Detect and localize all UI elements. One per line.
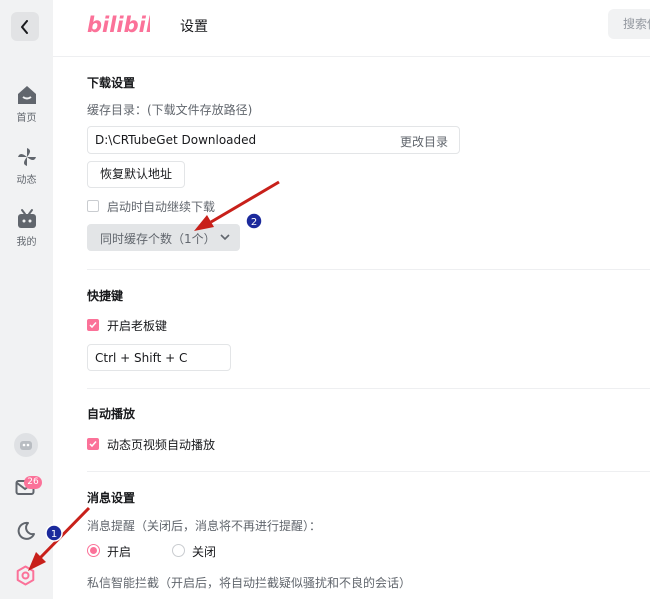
back-button[interactable] bbox=[11, 12, 39, 41]
reminder-label: 消息提醒（关闭后，消息将不再进行提醒）： bbox=[87, 519, 322, 533]
dark-mode-button[interactable] bbox=[16, 521, 36, 545]
divider bbox=[87, 269, 650, 270]
boss-key-checkbox[interactable] bbox=[87, 319, 99, 331]
change-dir-button[interactable]: 更改目录 bbox=[400, 133, 448, 150]
home-icon bbox=[17, 86, 36, 104]
divider bbox=[87, 471, 650, 472]
reminder-off-radio[interactable] bbox=[172, 544, 185, 557]
windmill-icon bbox=[17, 148, 36, 166]
boss-key-value: Ctrl + Shift + C bbox=[95, 351, 188, 365]
chevron-left-icon bbox=[21, 19, 28, 34]
auto-resume-label: 启动时自动继续下载 bbox=[107, 200, 216, 214]
feed-autoplay-label: 动态页视频自动播放 bbox=[107, 438, 216, 452]
cache-dir-label: 缓存目录：(下载文件存放路径) bbox=[87, 103, 253, 117]
chevron-down-icon bbox=[220, 234, 230, 241]
bilibili-logo: bilibili bbox=[87, 13, 150, 37]
moon-icon bbox=[17, 521, 35, 540]
feed-autoplay-checkbox[interactable] bbox=[87, 438, 99, 450]
search-input[interactable]: 搜索你 bbox=[608, 9, 650, 39]
avatar-icon bbox=[14, 433, 38, 457]
message-count-badge: 26 bbox=[24, 476, 42, 489]
cache-dir-field: D:\CRTubeGet Downloaded 更改目录 bbox=[87, 126, 460, 154]
sidebar-item-mine[interactable]: 我的 bbox=[0, 208, 53, 248]
reminder-off-label: 关闭 bbox=[192, 545, 217, 559]
concurrent-downloads-select[interactable]: 同时缓存个数（1个） bbox=[87, 224, 240, 251]
sidebar-item-label: 动态 bbox=[16, 175, 37, 186]
cache-dir-value: D:\CRTubeGet Downloaded bbox=[95, 133, 257, 147]
messages-section-title: 消息设置 bbox=[87, 491, 136, 505]
top-bar: bilibili 设置 搜索你 bbox=[53, 0, 650, 57]
tv-icon bbox=[17, 209, 36, 228]
check-icon bbox=[89, 322, 97, 329]
boss-key-input[interactable]: Ctrl + Shift + C bbox=[87, 344, 231, 371]
hotkeys-section-title: 快捷键 bbox=[87, 289, 124, 303]
autoplay-section-title: 自动播放 bbox=[87, 407, 136, 421]
auto-resume-checkbox[interactable] bbox=[87, 200, 99, 212]
restore-default-button[interactable]: 恢复默认地址 bbox=[87, 161, 185, 188]
boss-key-label: 开启老板键 bbox=[107, 319, 168, 333]
sidebar-item-label: 我的 bbox=[16, 237, 37, 248]
sidebar: 首页 动态 我的 26 bbox=[0, 0, 53, 599]
divider bbox=[87, 388, 650, 389]
settings-button[interactable] bbox=[15, 565, 36, 590]
sidebar-item-home[interactable]: 首页 bbox=[0, 84, 53, 124]
check-icon bbox=[89, 441, 97, 448]
concurrent-downloads-value: 同时缓存个数（1个） bbox=[100, 232, 216, 246]
page-title: 设置 bbox=[180, 19, 208, 35]
dm-filter-label: 私信智能拦截（开启后，将自动拦截疑似骚扰和不良的会话） bbox=[87, 576, 412, 590]
sidebar-item-dynamic[interactable]: 动态 bbox=[0, 146, 53, 186]
avatar[interactable] bbox=[14, 433, 38, 461]
reminder-on-radio[interactable] bbox=[87, 544, 100, 557]
settings-content: 下载设置 缓存目录：(下载文件存放路径) D:\CRTubeGet Downlo… bbox=[53, 57, 650, 599]
sidebar-item-label: 首页 bbox=[16, 113, 37, 124]
gear-icon bbox=[16, 565, 35, 586]
reminder-on-label: 开启 bbox=[107, 545, 132, 559]
svg-text:bilibili: bilibili bbox=[87, 13, 150, 37]
download-section-title: 下载设置 bbox=[87, 76, 136, 90]
